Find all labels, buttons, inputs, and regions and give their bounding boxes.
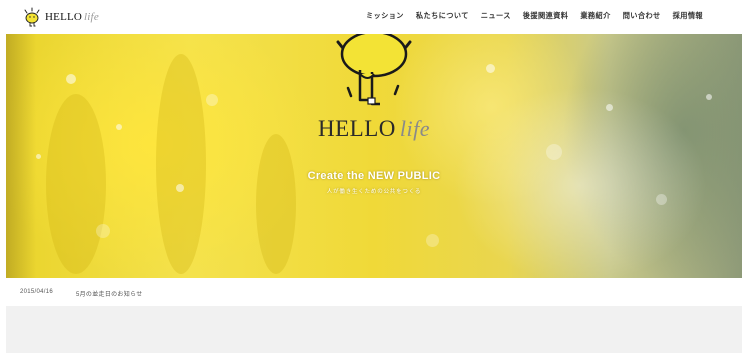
news-date: 2015/04/16 [20, 289, 54, 295]
hero-logo-hello: HELLO [318, 116, 396, 141]
news-ticker: 2015/04/16 5月の並走日のお知らせ [6, 278, 742, 306]
nav-mission[interactable]: ミッション [366, 11, 404, 21]
nav-materials[interactable]: 後援関連資料 [523, 11, 569, 21]
bokeh-dot [206, 94, 218, 106]
nav-services[interactable]: 業務紹介 [580, 11, 610, 21]
content-section [6, 306, 742, 353]
bokeh-dot [606, 104, 613, 111]
mascot-icon [24, 7, 40, 27]
news-link[interactable]: 5月の並走日のお知らせ [76, 289, 143, 298]
hero-banner: HELLO life Create the NEW PUBLIC 人が働き生くため… [6, 34, 742, 278]
logo-life: life [84, 11, 99, 23]
nav-about[interactable]: 私たちについて [416, 11, 469, 21]
logo-text: HELLO life [45, 11, 99, 23]
hero-tagline: Create the NEW PUBLIC [307, 170, 441, 182]
hero-subtagline: 人が働き生くための公共をつくる [326, 189, 422, 195]
bokeh-dot [656, 194, 667, 205]
nav-contact[interactable]: 問い合わせ [623, 11, 661, 21]
site-header: HELLO life ミッション 私たちについて ニュース 後援関連資料 業務紹介… [0, 0, 748, 34]
nav-news[interactable]: ニュース [481, 11, 511, 21]
hero-fold [156, 54, 206, 274]
logo-hello: HELLO [45, 11, 83, 23]
site-logo[interactable]: HELLO life [22, 6, 99, 28]
mascot-illustration [336, 34, 412, 106]
hero-shade [6, 34, 36, 278]
bokeh-dot [486, 64, 495, 73]
bokeh-dot [66, 74, 76, 84]
main-nav: ミッション 私たちについて ニュース 後援関連資料 業務紹介 問い合わせ 採用情… [366, 11, 703, 21]
nav-recruit[interactable]: 採用情報 [673, 11, 703, 21]
bokeh-dot [546, 144, 562, 160]
bokeh-dot [96, 224, 110, 238]
hero-logo-life: life [399, 116, 430, 141]
bokeh-dot [706, 94, 712, 100]
bokeh-dot [426, 234, 439, 247]
bokeh-dot [36, 154, 41, 159]
hero-logo: HELLO life [6, 116, 742, 142]
hero-fold [256, 134, 296, 274]
